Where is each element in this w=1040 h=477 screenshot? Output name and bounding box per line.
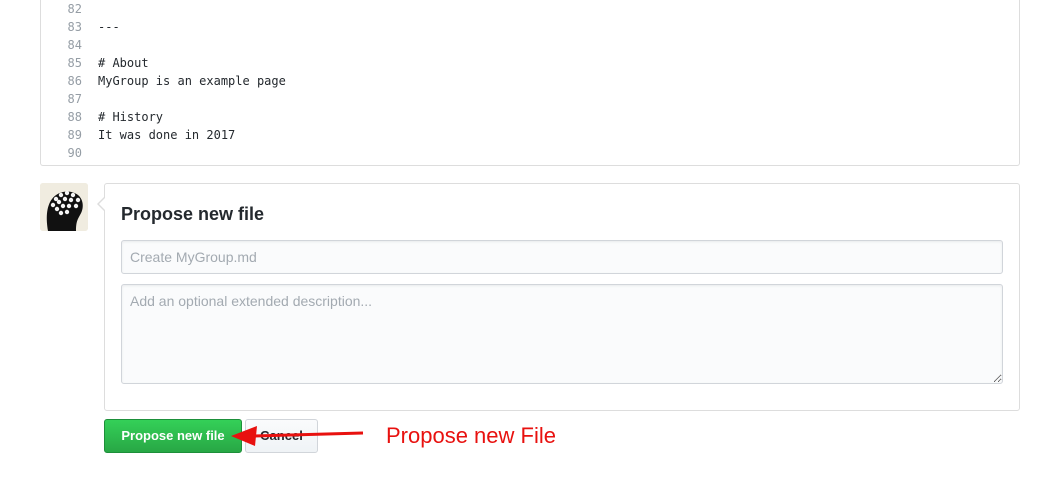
annotation-arrow-icon <box>231 426 364 446</box>
line-number: 87 <box>67 92 82 106</box>
code-line: 85 # About <box>41 54 1019 72</box>
commit-description-input[interactable] <box>121 284 1003 384</box>
commit-summary-input[interactable] <box>121 240 1003 274</box>
line-number: 83 <box>67 20 82 34</box>
code-line: 82 <box>41 0 1019 18</box>
line-number: 90 <box>67 146 82 160</box>
user-avatar-icon <box>40 183 88 231</box>
line-number: 88 <box>67 110 82 124</box>
line-text[interactable]: --- <box>98 18 120 36</box>
code-line: 88 # History <box>41 108 1019 126</box>
code-line: 89 It was done in 2017 <box>41 126 1019 144</box>
commit-form: Propose new file <box>97 183 1020 411</box>
code-line: 87 <box>41 90 1019 108</box>
code-line: 90 <box>41 144 1019 162</box>
line-number: 85 <box>67 56 82 70</box>
code-line: 83 --- <box>41 18 1019 36</box>
line-number: 86 <box>67 74 82 88</box>
line-text[interactable]: # About <box>98 54 149 72</box>
code-line: 84 <box>41 36 1019 54</box>
code-editor[interactable]: 82 83 --- 84 85 # About 86 MyGroup is an… <box>40 0 1020 166</box>
propose-new-file-button[interactable]: Propose new file <box>104 419 242 453</box>
code-line: 86 MyGroup is an example page <box>41 72 1019 90</box>
line-number: 89 <box>67 128 82 142</box>
line-text[interactable]: It was done in 2017 <box>98 126 235 144</box>
avatar[interactable] <box>40 183 88 231</box>
line-number: 82 <box>67 2 82 16</box>
line-text[interactable]: MyGroup is an example page <box>98 72 286 90</box>
annotation-label: Propose new File <box>386 423 556 448</box>
line-text[interactable]: # History <box>98 108 163 126</box>
commit-form-title: Propose new file <box>121 204 265 224</box>
line-number: 84 <box>67 38 82 52</box>
